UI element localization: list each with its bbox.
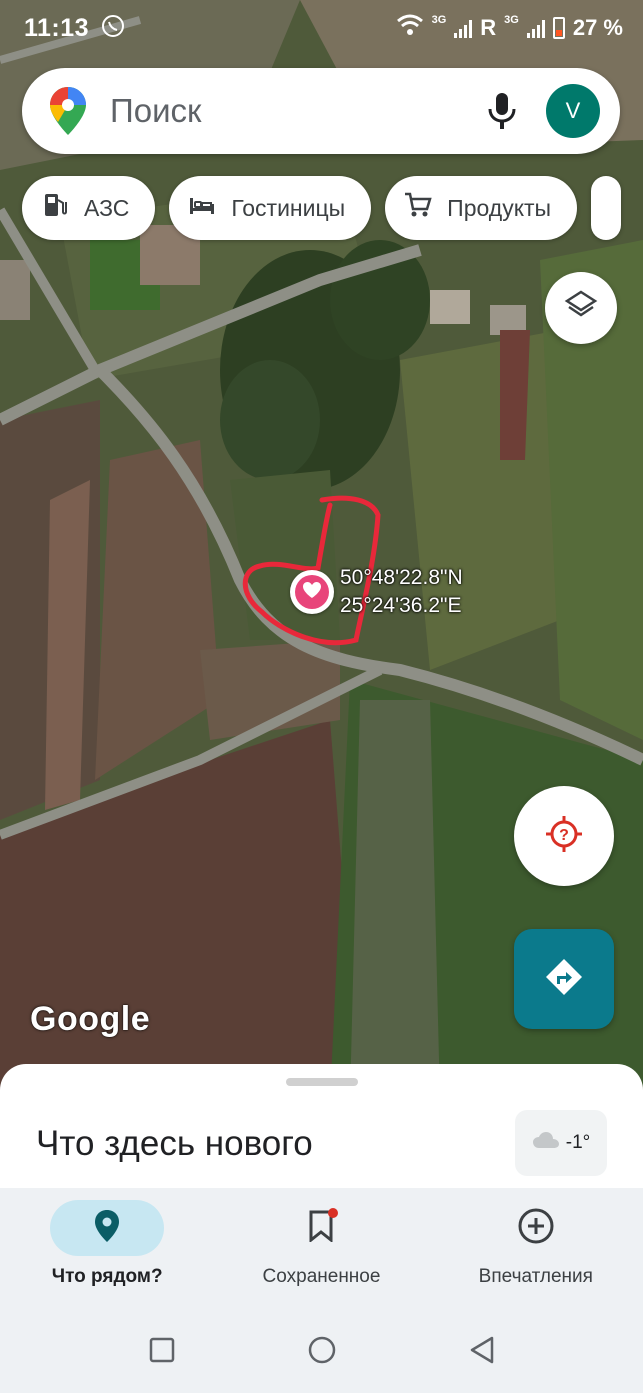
viber-icon [101,14,125,43]
notification-dot [328,1207,339,1218]
cart-icon [403,190,433,226]
crosshair-question-icon: ? [544,814,584,859]
category-chips: АЗС Гостиницы Продукты [22,176,622,240]
directions-icon [544,957,584,1002]
mic-icon[interactable] [486,91,518,131]
chip-hotels[interactable]: Гостиницы [169,176,372,240]
bottom-sheet[interactable]: Что здесь нового -1° [0,1064,643,1194]
back-button[interactable] [467,1335,497,1365]
weather-temp: -1° [565,1132,591,1153]
bottom-navigation: Что рядом? Сохраненное Впечатления [0,1188,643,1306]
coordinates-label: 50°48'22.8"N 25°24'36.2"E [340,564,463,620]
add-circle-icon [518,1208,554,1249]
saved-place-pin[interactable] [290,570,334,614]
roaming-label: R [480,15,497,40]
heart-icon [302,581,322,604]
layers-icon [564,289,598,328]
battery-percent: 27 % [572,15,623,40]
longitude: 25°24'36.2"E [340,594,462,617]
tab-saved[interactable]: Сохраненное [214,1188,428,1306]
tab-label: Сохраненное [262,1266,381,1287]
search-input[interactable]: Поиск [110,92,486,130]
google-watermark: Google [30,1000,151,1038]
layers-button[interactable] [545,272,617,344]
signal-icon [454,18,473,38]
status-bar: 11:13 3G R 3G 27 % [0,0,643,56]
location-pin-icon [94,1209,120,1248]
weather-chip[interactable]: -1° [515,1110,607,1176]
svg-text:?: ? [559,827,569,844]
avatar[interactable]: V [546,84,600,138]
chip-label: АЗС [84,194,130,221]
bookmark-icon [308,1207,339,1247]
tab-explore[interactable]: Что рядом? [0,1188,214,1306]
home-button[interactable] [307,1335,337,1365]
network-label-2: 3G [504,14,519,26]
google-maps-logo-icon [50,87,86,135]
signal-icon-2 [526,18,545,38]
bed-icon [187,190,217,226]
wifi-icon [396,14,424,42]
tab-label: Что рядом? [51,1266,163,1287]
sheet-title: Что здесь нового [36,1124,313,1163]
chip-groceries[interactable]: Продукты [385,176,578,240]
search-bar[interactable]: Поиск V [22,68,620,154]
tab-label: Впечатления [478,1266,593,1287]
cloud-icon [532,1131,560,1155]
network-label-1: 3G [431,14,447,26]
directions-button[interactable] [514,929,614,1029]
gas-station-icon [40,190,70,226]
my-location-button[interactable]: ? [514,786,614,886]
chip-gas-stations[interactable]: АЗС [22,176,156,240]
status-time: 11:13 [24,13,90,42]
chip-more[interactable] [591,176,622,240]
latitude: 50°48'22.8"N [340,566,463,589]
sheet-drag-handle[interactable] [286,1078,358,1086]
chip-label: Гостиницы [231,194,346,221]
chip-label: Продукты [447,194,552,221]
system-navigation-bar [0,1306,643,1393]
tab-contribute[interactable]: Впечатления [429,1188,643,1306]
battery-icon [552,17,565,39]
recent-apps-button[interactable] [147,1335,177,1365]
